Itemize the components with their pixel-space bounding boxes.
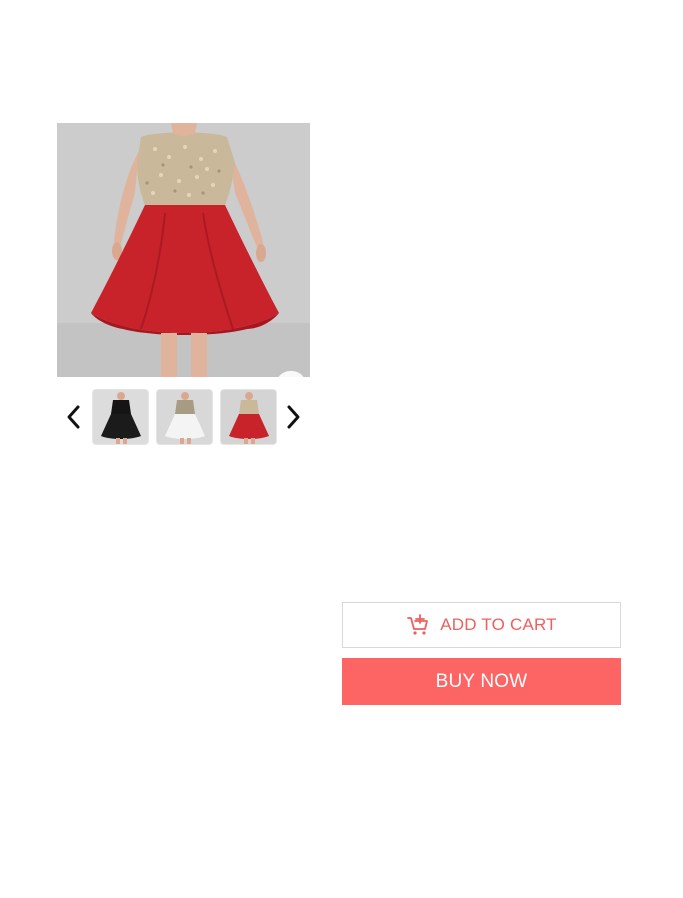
add-cart-icon — [406, 613, 430, 637]
buy-now-button[interactable]: BUY NOW — [342, 658, 621, 705]
product-page: ADD TO CART BUY NOW — [0, 0, 683, 898]
thumbnail-red-dress[interactable] — [220, 389, 277, 445]
add-to-cart-label: ADD TO CART — [440, 615, 557, 634]
product-main-image[interactable] — [57, 123, 310, 377]
buy-now-label: BUY NOW — [435, 670, 528, 692]
chevron-left-icon[interactable] — [62, 403, 86, 431]
thumbnail-black-dress[interactable] — [92, 389, 149, 445]
add-to-cart-button[interactable]: ADD TO CART — [342, 602, 621, 648]
chevron-right-icon[interactable] — [281, 403, 305, 431]
thumbnail-white-dress[interactable] — [156, 389, 213, 445]
